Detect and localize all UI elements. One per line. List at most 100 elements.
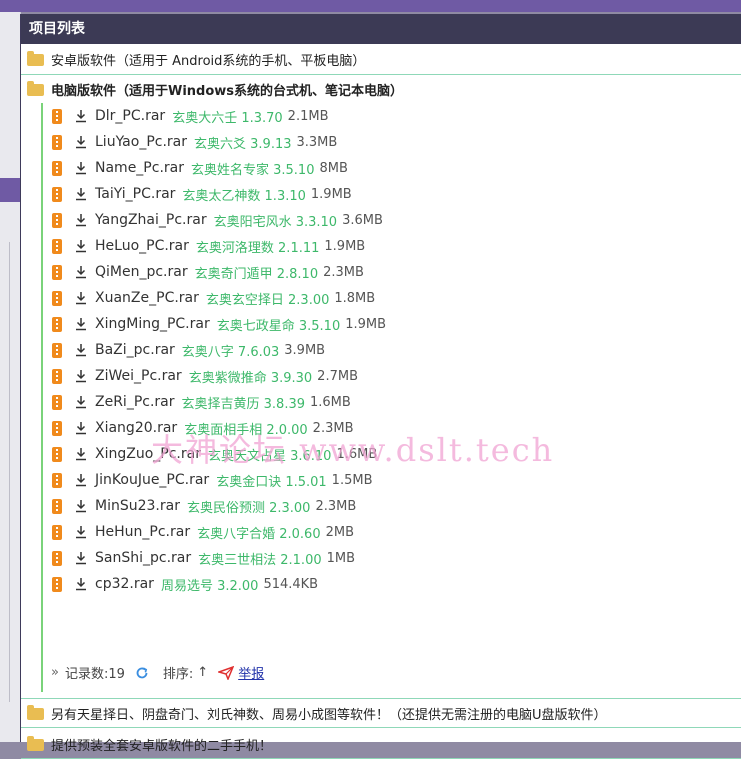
archive-icon	[52, 576, 62, 592]
download-icon[interactable]	[75, 343, 87, 357]
file-description: 玄奥河洛理数 2.1.11	[195, 240, 320, 256]
file-row[interactable]: XuanZe_PC.rar 玄奥玄空择日 2.3.00 1.8MB	[43, 285, 741, 311]
file-description: 玄奥八字 7.6.03	[181, 344, 280, 360]
file-description: 玄奥天文占星 3.6.10	[207, 448, 332, 464]
archive-icon	[52, 108, 62, 124]
folder-pc[interactable]: 电脑版软件（适用于Windows系统的台式机、笔记本电脑）	[21, 75, 741, 103]
file-name[interactable]: MinSu23.rar	[95, 498, 180, 514]
file-row[interactable]: XingZuo_Pc.rar 玄奥天文占星 3.6.10 1.6MB	[43, 441, 741, 467]
file-row[interactable]: ZeRi_Pc.rar 玄奥择吉黄历 3.8.39 1.6MB	[43, 389, 741, 415]
folder-icon	[27, 51, 44, 66]
download-icon[interactable]	[75, 291, 87, 305]
download-icon[interactable]	[75, 421, 87, 435]
download-icon[interactable]	[75, 525, 87, 539]
file-name[interactable]: HeLuo_PC.rar	[95, 238, 189, 254]
folder-phone[interactable]: 提供预装全套安卓版软件的二手手机！	[21, 730, 741, 759]
file-description: 玄奥大六壬 1.3.70	[172, 110, 283, 126]
download-icon[interactable]	[75, 317, 87, 331]
archive-icon	[52, 238, 62, 254]
download-icon[interactable]	[75, 239, 87, 253]
file-name[interactable]: QiMen_pc.rar	[95, 264, 188, 280]
file-row[interactable]: cp32.rar 周易选号 3.2.00 514.4KB	[43, 571, 741, 597]
file-size: 3.9MB	[284, 342, 326, 358]
file-name[interactable]: Dlr_PC.rar	[95, 108, 165, 124]
download-icon[interactable]	[75, 109, 87, 123]
file-size: 2.3MB	[315, 498, 357, 514]
sort-label: 排序:	[162, 667, 194, 682]
file-row[interactable]: Dlr_PC.rar 玄奥大六壬 1.3.70 2.1MB	[43, 103, 741, 129]
file-row[interactable]: JinKouJue_PC.rar 玄奥金口诀 1.5.01 1.5MB	[43, 467, 741, 493]
sort-control[interactable]: 排序: ↑	[163, 663, 208, 682]
file-row[interactable]: ZiWei_Pc.rar 玄奥紫微推命 3.9.30 2.7MB	[43, 363, 741, 389]
more-button[interactable]: »	[51, 665, 59, 680]
folder-android[interactable]: 安卓版软件（适用于 Android系统的手机、平板电脑）	[21, 44, 741, 75]
download-icon[interactable]	[75, 187, 87, 201]
file-description: 玄奥择吉黄历 3.8.39	[181, 396, 305, 412]
file-row[interactable]: Name_Pc.rar 玄奥姓名专家 3.5.10 8MB	[43, 155, 741, 181]
file-row[interactable]: LiuYao_Pc.rar 玄奥六爻 3.9.13 3.3MB	[43, 129, 741, 155]
file-name[interactable]: TaiYi_PC.rar	[95, 186, 175, 202]
download-icon[interactable]	[75, 499, 87, 513]
archive-icon	[52, 212, 62, 228]
file-name[interactable]: LiuYao_Pc.rar	[95, 134, 187, 150]
archive-icon	[52, 316, 62, 332]
file-description: 玄奥八字合婚 2.0.60	[197, 526, 321, 542]
file-name[interactable]: SanShi_pc.rar	[95, 550, 191, 566]
file-row[interactable]: Xiang20.rar 玄奥面相手相 2.0.00 2.3MB	[43, 415, 741, 441]
download-icon[interactable]	[75, 369, 87, 383]
download-icon[interactable]	[75, 135, 87, 149]
download-icon[interactable]	[75, 447, 87, 461]
file-name[interactable]: BaZi_pc.rar	[95, 342, 175, 358]
download-icon[interactable]	[75, 577, 87, 591]
file-name[interactable]: XingMing_PC.rar	[95, 316, 210, 332]
file-size: 2.3MB	[312, 420, 354, 436]
download-icon[interactable]	[75, 551, 87, 565]
archive-icon	[52, 368, 62, 384]
file-name[interactable]: JinKouJue_PC.rar	[95, 472, 209, 488]
file-row[interactable]: TaiYi_PC.rar 玄奥太乙神数 1.3.10 1.9MB	[43, 181, 741, 207]
file-description: 玄奥七政星命 3.5.10	[216, 318, 341, 334]
panel-title: 项目列表	[21, 14, 741, 44]
file-name[interactable]: YangZhai_Pc.rar	[95, 212, 207, 228]
archive-icon	[52, 498, 62, 514]
file-row[interactable]: SanShi_pc.rar 玄奥三世相法 2.1.00 1MB	[43, 545, 741, 571]
file-row[interactable]: HeHun_Pc.rar 玄奥八字合婚 2.0.60 2MB	[43, 519, 741, 545]
file-row[interactable]: MinSu23.rar 玄奥民俗预测 2.3.00 2.3MB	[43, 493, 741, 519]
file-name[interactable]: cp32.rar	[95, 576, 154, 592]
file-name[interactable]: ZeRi_Pc.rar	[95, 394, 175, 410]
file-name[interactable]: HeHun_Pc.rar	[95, 524, 190, 540]
file-row[interactable]: HeLuo_PC.rar 玄奥河洛理数 2.1.11 1.9MB	[43, 233, 741, 259]
top-accent-bar	[0, 0, 741, 12]
archive-icon	[52, 420, 62, 436]
folder-more-software[interactable]: 另有天星择日、阴盘奇门、刘氏神数、周易小成图等软件！（还提供无需注册的电脑U盘版…	[21, 698, 741, 728]
file-name[interactable]: XingZuo_Pc.rar	[95, 446, 201, 462]
file-tree: Dlr_PC.rar 玄奥大六壬 1.3.70 2.1MB LiuYao_Pc.rar…	[41, 103, 741, 692]
refresh-button[interactable]	[135, 666, 153, 680]
file-size: 2.1MB	[287, 108, 329, 124]
file-row[interactable]: XingMing_PC.rar 玄奥七政星命 3.5.10 1.9MB	[43, 311, 741, 337]
file-name[interactable]: Xiang20.rar	[95, 420, 177, 436]
download-icon[interactable]	[75, 473, 87, 487]
file-row[interactable]: YangZhai_Pc.rar 玄奥阳宅风水 3.3.10 3.6MB	[43, 207, 741, 233]
file-description: 玄奥六爻 3.9.13	[194, 136, 292, 152]
download-icon[interactable]	[75, 265, 87, 279]
archive-icon	[52, 472, 62, 488]
download-icon[interactable]	[75, 395, 87, 409]
file-name[interactable]: Name_Pc.rar	[95, 160, 184, 176]
archive-icon	[52, 524, 62, 540]
file-row[interactable]: QiMen_pc.rar 玄奥奇门遁甲 2.8.10 2.3MB	[43, 259, 741, 285]
report-button[interactable]: 举报	[218, 663, 264, 682]
archive-icon	[52, 290, 62, 306]
download-icon[interactable]	[75, 213, 87, 227]
file-description: 玄奥民俗预测 2.3.00	[186, 500, 311, 516]
download-icon[interactable]	[75, 161, 87, 175]
file-size: 3.3MB	[296, 134, 338, 150]
file-row[interactable]: BaZi_pc.rar 玄奥八字 7.6.03 3.9MB	[43, 337, 741, 363]
file-description: 玄奥阳宅风水 3.3.10	[213, 214, 338, 230]
file-name[interactable]: XuanZe_PC.rar	[95, 290, 199, 306]
file-name[interactable]: ZiWei_Pc.rar	[95, 368, 182, 384]
refresh-icon	[136, 666, 148, 678]
file-size: 1.9MB	[310, 186, 352, 202]
file-size: 2.7MB	[317, 368, 358, 384]
file-size: 1.8MB	[334, 290, 376, 306]
